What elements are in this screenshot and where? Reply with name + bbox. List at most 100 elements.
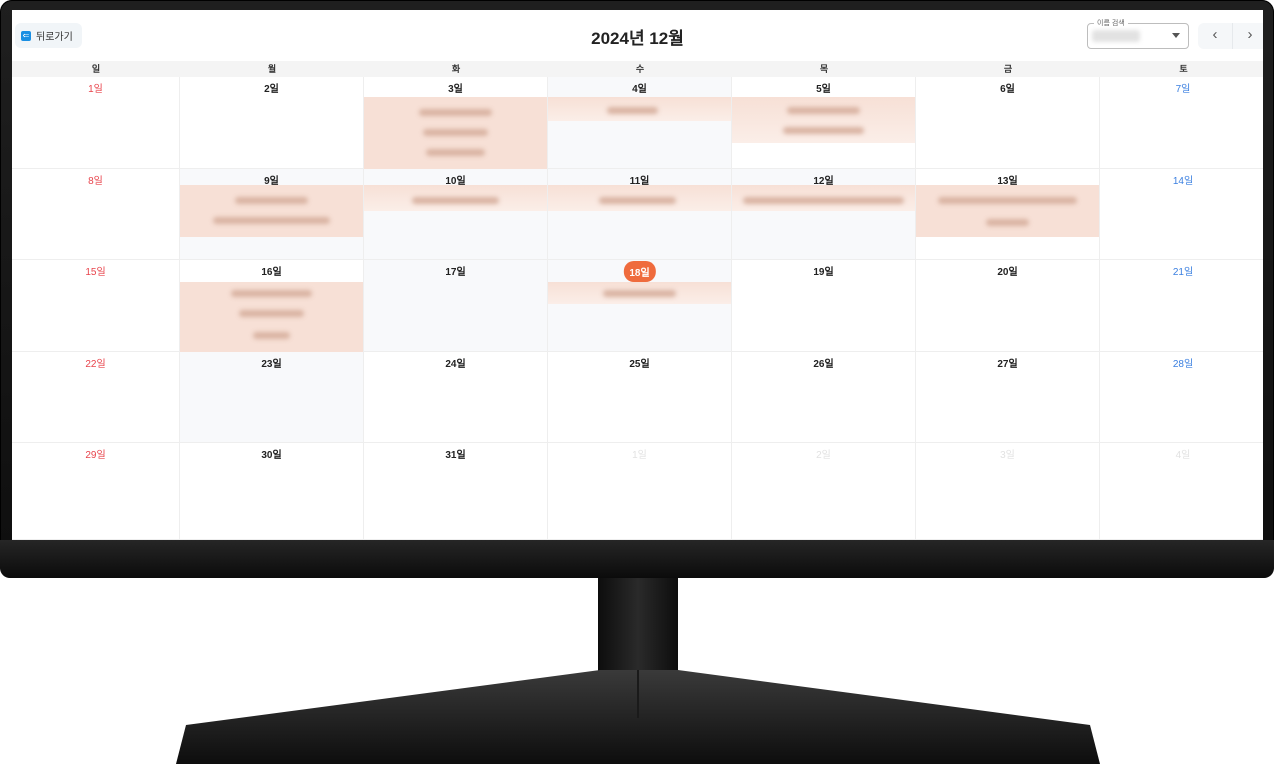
event-title-redacted (786, 107, 861, 114)
calendar-day-cell[interactable]: 2일 (180, 77, 364, 169)
day-number: 31일 (445, 450, 466, 461)
weekday-label: 일 (91, 64, 101, 74)
day-number: 25일 (629, 359, 650, 370)
day-number: 1일 (88, 84, 103, 95)
day-number: 17일 (445, 267, 466, 278)
calendar-day-cell[interactable]: 20일 (916, 260, 1100, 352)
event-title-redacted (238, 310, 305, 317)
calendar-day-cell[interactable]: 8일 (12, 169, 180, 260)
calendar-event[interactable] (364, 97, 547, 169)
calendar-event[interactable] (548, 282, 731, 304)
calendar-day-cell[interactable]: 7일 (1100, 77, 1263, 169)
calendar-event[interactable] (180, 282, 363, 352)
calendar-day-cell[interactable]: 23일 (180, 352, 364, 443)
calendar-event[interactable] (732, 97, 915, 143)
monitor-stand-neck (598, 578, 678, 674)
day-number: 2일 (816, 450, 831, 461)
calendar-day-cell[interactable]: 31일 (364, 443, 548, 540)
event-title-redacted (602, 290, 677, 297)
day-number: 24일 (445, 359, 466, 370)
calendar-day-cell[interactable]: 28일 (1100, 352, 1263, 443)
calendar-day-cell[interactable]: 18일 (548, 260, 732, 352)
event-title-redacted (231, 290, 312, 297)
month-navigation: ‹ › (1198, 23, 1263, 49)
event-title-redacted (426, 149, 485, 156)
event-title-redacted (985, 219, 1030, 226)
calendar-header: ⇐ 뒤로가기 2024년 12월 이름 검색 ‹ › (12, 10, 1263, 61)
calendar-day-cell[interactable]: 1일 (548, 443, 732, 540)
calendar-day-cell[interactable]: 3일 (364, 77, 548, 169)
calendar-event[interactable] (364, 185, 547, 211)
calendar-day-cell[interactable]: 27일 (916, 352, 1100, 443)
day-number: 14일 (1172, 176, 1194, 187)
calendar-day-cell[interactable]: 19일 (732, 260, 916, 352)
calendar-day-cell[interactable]: 26일 (732, 352, 916, 443)
event-title-redacted (418, 109, 493, 116)
calendar-day-cell[interactable]: 21일 (1100, 260, 1263, 352)
name-search-value (1092, 30, 1140, 42)
event-title-redacted (599, 197, 677, 204)
calendar-day-cell[interactable]: 10일 (364, 169, 548, 260)
day-number: 30일 (261, 450, 282, 461)
monitor-frame: ⇐ 뒤로가기 2024년 12월 이름 검색 ‹ › 일 월 화 수 목 금 토 1일 2일 3… (0, 0, 1276, 765)
day-number: 10일 (445, 176, 466, 187)
calendar-event[interactable] (548, 97, 731, 121)
calendar-day-cell[interactable]: 9일 (180, 169, 364, 260)
day-number: 2일 (264, 84, 279, 95)
calendar-day-cell[interactable]: 3일 (916, 443, 1100, 540)
day-number: 11일 (629, 176, 650, 187)
calendar-day-cell[interactable]: 6일 (916, 77, 1100, 169)
day-number: 3일 (1000, 450, 1015, 461)
name-search-select[interactable]: 이름 검색 (1087, 18, 1189, 49)
calendar-day-cell[interactable]: 30일 (180, 443, 364, 540)
day-number: 9일 (264, 176, 279, 187)
day-number: 6일 (1000, 84, 1015, 95)
weekday-label: 토 (1179, 64, 1188, 74)
event-title-redacted (422, 129, 489, 136)
event-title-redacted (253, 332, 290, 339)
calendar-day-cell[interactable]: 4일 (548, 77, 732, 169)
day-number: 28일 (1172, 359, 1194, 370)
day-number: 21일 (1172, 267, 1194, 278)
weekday-label: 수 (635, 64, 645, 74)
calendar-day-cell[interactable]: 17일 (364, 260, 548, 352)
day-number: 23일 (261, 359, 282, 370)
day-number: 8일 (88, 176, 103, 187)
calendar-day-cell[interactable]: 13일 (916, 169, 1100, 260)
calendar-event[interactable] (916, 185, 1099, 237)
event-title-redacted (606, 107, 658, 114)
monitor-chin (0, 540, 1274, 578)
calendar-day-cell[interactable]: 29일 (12, 443, 180, 540)
calendar-event[interactable] (548, 185, 731, 211)
calendar-event[interactable] (732, 185, 915, 211)
day-number: 4일 (632, 84, 647, 95)
calendar-day-cell[interactable]: 25일 (548, 352, 732, 443)
calendar-day-cell[interactable]: 14일 (1100, 169, 1263, 260)
event-title-redacted (783, 127, 864, 134)
weekday-header-row: 일월화수목금토 (12, 61, 1263, 77)
day-number: 29일 (85, 450, 106, 461)
calendar-day-cell[interactable]: 11일 (548, 169, 732, 260)
calendar-day-cell[interactable]: 5일 (732, 77, 916, 169)
calendar-day-cell[interactable]: 15일 (12, 260, 180, 352)
calendar-day-cell[interactable]: 4일 (1100, 443, 1263, 540)
weekday-label: 금 (1003, 64, 1013, 74)
calendar-day-cell[interactable]: 24일 (364, 352, 548, 443)
today-badge: 18일 (623, 261, 656, 282)
calendar-day-cell[interactable]: 16일 (180, 260, 364, 352)
weekday-label: 화 (451, 64, 461, 74)
day-number: 12일 (813, 176, 834, 187)
calendar-day-cell[interactable]: 12일 (732, 169, 916, 260)
calendar-day-cell[interactable]: 22일 (12, 352, 180, 443)
next-month-button[interactable]: › (1233, 23, 1263, 49)
calendar-event[interactable] (180, 185, 363, 237)
event-title-redacted (212, 217, 331, 224)
day-number: 20일 (997, 267, 1018, 278)
day-number: 13일 (997, 176, 1018, 187)
calendar-day-cell[interactable]: 2일 (732, 443, 916, 540)
prev-month-button[interactable]: ‹ (1198, 23, 1233, 49)
day-number: 22일 (85, 359, 106, 370)
calendar-day-cell[interactable]: 1일 (12, 77, 180, 169)
event-title-redacted (411, 197, 500, 204)
dropdown-caret-icon[interactable] (1172, 33, 1180, 38)
